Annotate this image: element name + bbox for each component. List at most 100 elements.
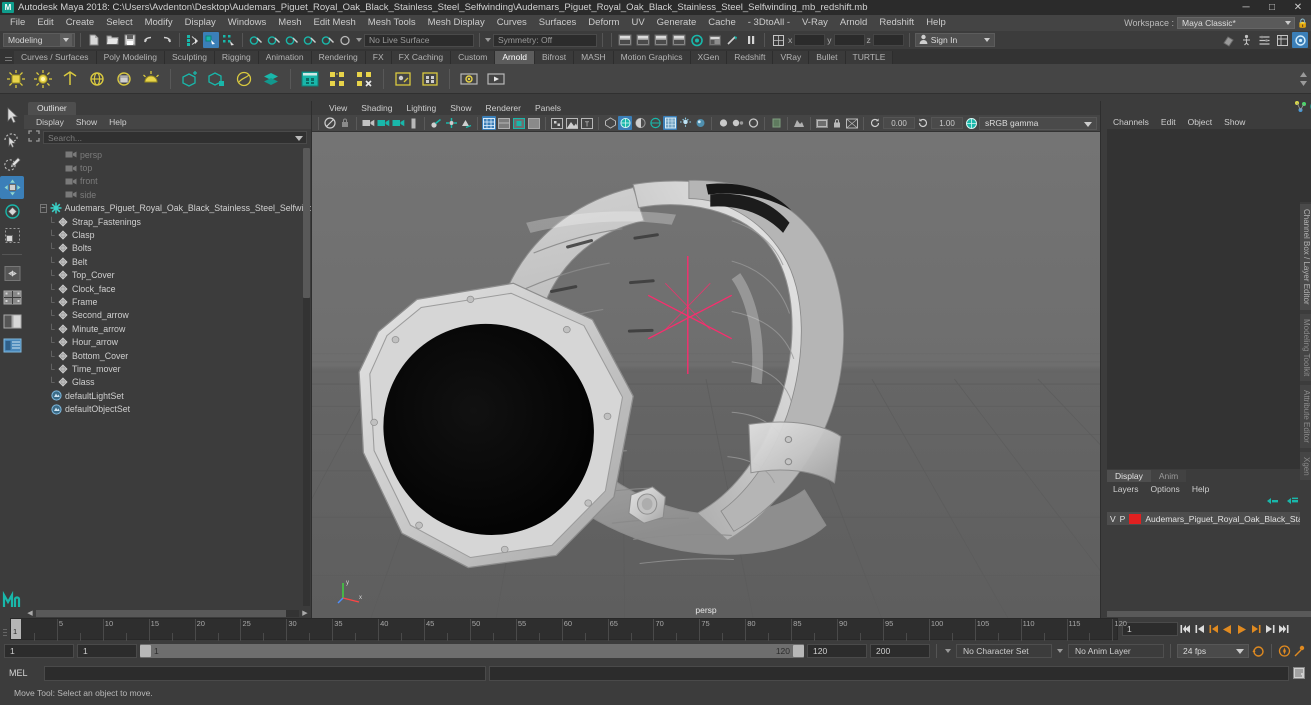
menu-vray[interactable]: V-Ray [796,15,834,31]
wireframe-shading-icon[interactable] [482,116,496,130]
layer-list[interactable]: V P Audemars_Piguet_Royal_Oak_Black_Stai… [1107,512,1311,608]
motion-blur-icon[interactable] [716,116,730,130]
arnold-area-light-icon[interactable] [4,67,28,91]
current-frame-field[interactable]: 1 [1122,622,1178,636]
arnold-scene-source-icon[interactable] [259,67,283,91]
menu-create[interactable]: Create [60,15,101,31]
outliner-menu-show[interactable]: Show [70,115,103,129]
select-by-object-icon[interactable] [203,32,219,48]
step-back-frame-icon[interactable] [1207,622,1220,636]
scrollbar-track[interactable] [36,609,299,617]
shelf-tab-rendering[interactable]: Rendering [311,51,366,64]
arnold-photometric-light-icon[interactable] [85,67,109,91]
shelf-tab-fx-caching[interactable]: FX Caching [391,51,452,64]
shelf-tab-bullet[interactable]: Bullet [809,51,846,64]
playback-range-bar[interactable]: 1 120 [140,644,804,658]
isolate-select-icon[interactable] [792,116,806,130]
hypershade-icon[interactable] [689,32,705,48]
menu-uv[interactable]: UV [625,15,650,31]
ipr-render-icon[interactable] [635,32,651,48]
outliner-menu-display[interactable]: Display [30,115,70,129]
viewport-lighting-icon[interactable] [678,116,692,130]
channel-box-content[interactable] [1107,129,1311,469]
arnold-mesh-light-icon[interactable] [58,67,82,91]
collapse-expander-icon[interactable]: − [40,203,47,213]
scroll-left-icon[interactable]: ◀ [26,609,34,617]
channel-menu-edit[interactable]: Edit [1155,115,1182,129]
image-plane-icon[interactable] [391,116,405,130]
scrollbar-thumb[interactable] [303,148,310,298]
gamma-reset-icon[interactable] [916,116,930,130]
arnold-add-attributes-icon[interactable] [325,67,349,91]
outliner-item-top[interactable]: top [24,161,311,174]
chevron-down-icon[interactable] [356,38,362,42]
shelf-tab-poly-modeling[interactable]: Poly Modeling [96,51,165,64]
menu-help[interactable]: Help [920,15,952,31]
animation-preferences-icon[interactable] [1294,644,1307,658]
move-tool-icon[interactable] [0,176,24,199]
redo-icon[interactable] [158,32,174,48]
auto-keyframe-icon[interactable] [1278,644,1291,658]
outliner-horizontal-scrollbar[interactable]: ◀ ▶ [24,608,311,618]
character-set-dropdown-icon[interactable] [943,644,953,658]
arnold-physical-sky-icon[interactable] [139,67,163,91]
layer-menu-options[interactable]: Options [1145,482,1186,496]
close-button[interactable]: ✕ [1285,0,1311,15]
snap-pivot-icon[interactable] [338,32,354,48]
outliner-item-time-mover[interactable]: └ Time_mover [24,362,311,375]
ambient-occlusion-icon[interactable] [693,116,707,130]
arnold-render-icon[interactable] [298,67,322,91]
layer-visibility-toggle[interactable]: V [1110,514,1116,524]
scale-tool-icon[interactable] [0,224,24,247]
display-normals-icon[interactable] [648,116,662,130]
texture-filter-icon[interactable] [663,116,677,130]
open-scene-icon[interactable] [104,32,120,48]
shelf-tab-redshift[interactable]: Redshift [727,51,774,64]
new-layer-from-selected-icon[interactable] [1286,497,1299,510]
go-to-start-icon[interactable] [1179,622,1192,636]
arnold-skydome-light-icon[interactable] [31,67,55,91]
four-view-layout-icon[interactable] [0,310,24,333]
channel-menu-channels[interactable]: Channels [1107,115,1155,129]
menu-edit-mesh[interactable]: Edit Mesh [308,15,362,31]
viewport-menu-panels[interactable]: Panels [528,101,568,115]
lock-camera-icon[interactable] [338,116,352,130]
shelf-tab-curves-surfaces[interactable]: Curves / Surfaces [14,51,97,64]
menu-curves[interactable]: Curves [491,15,533,31]
vtab-channel-box-layer-editor[interactable]: Channel Box / Layer Editor [1300,204,1311,310]
layer-tab-anim[interactable]: Anim [1150,470,1187,482]
shelf-tab-bifrost[interactable]: Bifrost [534,51,575,64]
shelf-tab-rigging[interactable]: Rigging [214,51,259,64]
sign-in-button[interactable]: Sign In [914,33,995,47]
outliner-item-persp[interactable]: persp [24,148,311,161]
outliner-item-strap-fastenings[interactable]: └ Strap_Fastenings [24,215,311,228]
outliner-item-front[interactable]: front [24,175,311,188]
snap-point-icon[interactable] [284,32,300,48]
outliner-menu-help[interactable]: Help [103,115,132,129]
go-to-end-icon[interactable] [1277,622,1290,636]
exposure-reset-icon[interactable] [868,116,882,130]
menu-edit[interactable]: Edit [31,15,59,31]
menu-set-select[interactable]: Modeling [3,33,75,47]
snapshot-icon[interactable] [815,116,829,130]
shelf-tab-motion-graphics[interactable]: Motion Graphics [613,51,691,64]
layer-color-swatch[interactable] [1129,513,1142,524]
exposure-field[interactable]: 0.00 [883,117,915,129]
arnold-remove-attributes-icon[interactable] [352,67,376,91]
shelf-tab-turtle[interactable]: TURTLE [845,51,894,64]
viewport-menu-renderer[interactable]: Renderer [479,101,528,115]
anim-end-field[interactable]: 200 [870,644,930,658]
menu-3dtoall[interactable]: - 3DtoAll - [742,15,796,31]
script-editor-icon[interactable] [1292,666,1306,681]
layer-list-scrollbar[interactable] [1107,610,1311,618]
colorspace-select[interactable]: sRGB gamma [979,116,1097,130]
new-layer-icon[interactable] [1266,497,1279,510]
two-pane-layout-icon[interactable] [0,334,24,357]
menu-mesh-display[interactable]: Mesh Display [422,15,491,31]
snap-curve-icon[interactable] [266,32,282,48]
menu-generate[interactable]: Generate [651,15,703,31]
smooth-shade-selected-icon[interactable] [512,116,526,130]
arnold-flush-cache-icon[interactable] [391,67,415,91]
channel-box-icon[interactable] [1294,100,1307,116]
outliner-vertical-scrollbar[interactable] [303,148,310,606]
